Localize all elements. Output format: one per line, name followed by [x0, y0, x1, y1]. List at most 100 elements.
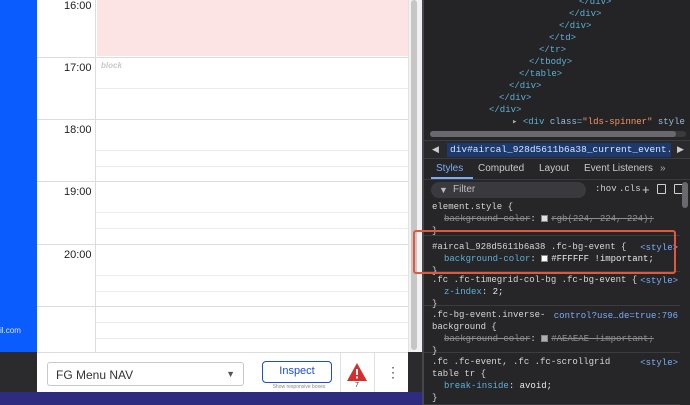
element-breadcrumb-bar: ◀ div#aircal_928d5611b6a38_current_event… [424, 140, 690, 159]
styles-filter-bar: ▼ Filter :hov .cls + [424, 181, 690, 200]
tab-layout[interactable]: Layout [539, 163, 569, 174]
property-name[interactable]: z-index [444, 287, 482, 297]
css-rule[interactable]: .fc .fc-event, .fc .fc-scrollgrid <style>… [424, 355, 680, 405]
sidebar-email-fragment: il.com [0, 326, 21, 335]
hour-row-16: 16:00 [37, 0, 408, 58]
page-scroll-thumb[interactable] [411, 0, 417, 350]
hour-label: 20:00 [64, 249, 92, 261]
dom-tree-line[interactable]: </div> [579, 0, 611, 8]
elements-dom-tree[interactable]: </div> </div> </div> </td> </tr> </tbody> </ta… [424, 0, 690, 130]
half-hour-line [95, 275, 408, 276]
css-rule[interactable]: .fc .fc-timegrid-col-bg .fc-bg-event {<s… [424, 273, 680, 309]
event-title[interactable]: block [101, 61, 122, 70]
css-selector[interactable]: .fc .fc-timegrid-col-bg .fc-bg-event { [432, 274, 637, 286]
property-name[interactable]: background-color [444, 334, 530, 344]
css-property[interactable]: background-color: rgb(224, 224, 224); [444, 213, 654, 225]
bottom-toolbar: FG Menu NAV ▼ Inspect Show responsive bo… [37, 352, 408, 393]
inspect-button[interactable]: Inspect [262, 361, 332, 383]
property-value[interactable]: rgb(224, 224, 224); [551, 214, 654, 224]
half-hour-line [95, 228, 408, 229]
half-hour-line [95, 338, 408, 339]
more-options-icon[interactable]: ⋮ [386, 365, 400, 379]
hour-label: 19:00 [64, 186, 92, 198]
blue-sidebar: il.com [0, 0, 37, 352]
tab-styles[interactable]: Styles [436, 163, 463, 174]
paint-brush-icon[interactable] [657, 184, 666, 194]
styles-vertical-scrollbar[interactable] [682, 182, 689, 402]
attr-trail: style [652, 117, 685, 127]
rule-source-link[interactable]: <style> [640, 357, 678, 369]
css-rule[interactable]: .fc-bg-event.inverse-control?use…de=true… [424, 308, 680, 356]
dom-tree-line[interactable]: </tbody> [529, 56, 572, 68]
css-selector-continued[interactable]: table tr { [432, 368, 486, 380]
property-value[interactable]: #AEAEAE !important; [551, 334, 654, 344]
vertical-scroll-thumb[interactable] [682, 182, 688, 208]
time-axis-divider [95, 0, 96, 352]
css-property[interactable]: break-inside: avoid; [444, 380, 552, 392]
toolbar-divider [374, 353, 375, 393]
calendar-timegrid: 16:00 17:00 18:00 19:00 20:00 block [37, 0, 408, 352]
css-selector[interactable]: .fc-bg-event.inverse- [432, 309, 545, 321]
dom-tree-line[interactable]: </div> [559, 20, 591, 32]
dom-tree-line[interactable]: </div> [569, 8, 601, 20]
dom-tree-line[interactable]: </div> [509, 80, 541, 92]
color-swatch-icon[interactable] [541, 335, 549, 342]
toolbar-divider [340, 353, 341, 393]
dom-tree-line[interactable]: </tr> [539, 44, 566, 56]
hour-label: 18:00 [64, 124, 92, 136]
css-selector[interactable]: element.style { [432, 201, 513, 213]
show-responsive-boxes-label[interactable]: Show responsive boxes [263, 384, 335, 390]
color-swatch-icon[interactable] [541, 215, 549, 222]
property-value[interactable]: 2; [493, 287, 504, 297]
filter-placeholder: Filter [453, 184, 476, 195]
hour-label: 17:00 [64, 62, 92, 74]
new-rule-icon[interactable]: + [642, 182, 650, 197]
breadcrumb-class: .fc-even [667, 144, 671, 155]
property-name[interactable]: break-inside [444, 381, 509, 391]
half-hour-line [95, 291, 408, 292]
dom-tree-line[interactable]: </td> [549, 32, 576, 44]
dom-tree-line[interactable]: </div> [489, 104, 521, 116]
dom-tree-horizontal-scrollbar[interactable] [430, 131, 686, 137]
rule-source-link[interactable]: <style> [640, 275, 678, 287]
dom-tree-line[interactable]: </table> [519, 68, 562, 80]
dom-tree-line[interactable]: </div> [499, 92, 531, 104]
half-hour-line [95, 212, 408, 213]
hover-state-toggle[interactable]: :hov [595, 184, 617, 194]
property-colon: : [508, 381, 515, 391]
tab-computed[interactable]: Computed [478, 163, 524, 174]
css-selector[interactable]: .fc .fc-event, .fc .fc-scrollgrid [432, 356, 610, 368]
attr-name: class [549, 117, 577, 127]
half-hour-line [95, 88, 408, 89]
close-brace: } [432, 393, 438, 403]
active-tab-indicator [431, 177, 473, 179]
more-tabs-icon[interactable]: » [660, 163, 666, 174]
chevron-down-icon: ▼ [226, 369, 235, 379]
property-value[interactable]: avoid; [520, 381, 552, 391]
tab-event-listeners[interactable]: Event Listeners [584, 163, 653, 174]
property-name[interactable]: background-color [444, 214, 530, 224]
class-toggle[interactable]: .cls [619, 184, 641, 194]
warning-icon[interactable] [346, 362, 368, 382]
hour-line [37, 306, 408, 307]
chevron-right-icon[interactable]: ▶ [677, 144, 684, 155]
css-selector-continued[interactable]: background { [432, 321, 497, 333]
expand-caret-icon[interactable]: ▸ [512, 117, 517, 127]
menu-select[interactable]: FG Menu NAV ▼ [47, 362, 244, 386]
highlighted-css-rule-box [413, 230, 676, 274]
breadcrumb-id: div#aircal_928d5611b6a38_current_event [450, 144, 667, 155]
devtools-panel: </div> </div> </div> </td> </tr> </tbody> </ta… [422, 0, 690, 405]
rule-source-link[interactable]: control?use…de=true:796 [554, 310, 678, 322]
css-property[interactable]: z-index: 2; [444, 286, 503, 298]
breadcrumb[interactable]: div#aircal_928d5611b6a38_current_event.f… [447, 143, 671, 157]
half-hour-line [95, 150, 408, 151]
styles-tab-bar: Styles Computed Layout Event Listeners » [424, 160, 690, 180]
property-colon: : [481, 287, 488, 297]
horizontal-scroll-thumb[interactable] [430, 131, 676, 137]
dom-tree-line-spinner[interactable]: ▸ <div class="lds-spinner" style [512, 116, 685, 128]
tag-open: <div [522, 117, 550, 127]
property-colon: : [530, 214, 536, 224]
css-property[interactable]: background-color: #AEAEAE !important; [444, 333, 654, 345]
chevron-left-icon[interactable]: ◀ [432, 144, 439, 155]
warning-count: 7 [355, 382, 359, 389]
